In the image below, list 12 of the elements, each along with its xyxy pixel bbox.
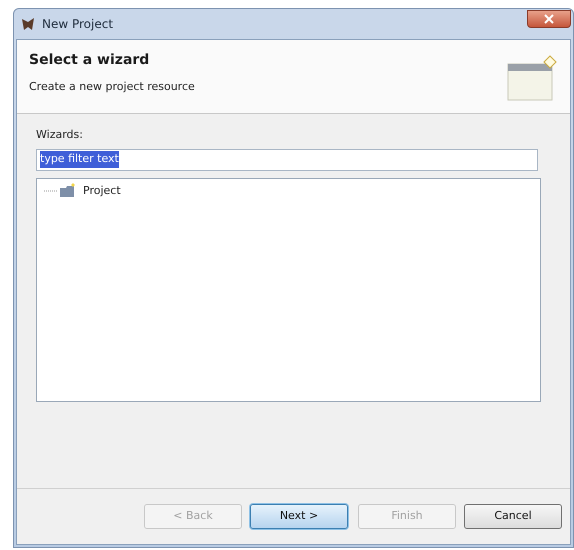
dialog-button[interactable]: Cancel (464, 504, 562, 529)
app-icon (20, 16, 36, 32)
window-title: New Project (42, 16, 114, 33)
close-button[interactable] (527, 10, 571, 28)
page-title: Select a wizard (29, 51, 150, 70)
page-description: Create a new project resource (29, 79, 196, 95)
filter-field[interactable]: type filter text (36, 148, 538, 170)
close-icon (544, 14, 554, 24)
dialog-button[interactable]: Next > (250, 504, 348, 529)
tree-item[interactable]: Project (81, 182, 123, 199)
wizards-label: Wizards: (36, 127, 84, 143)
folder-icon (59, 182, 77, 199)
